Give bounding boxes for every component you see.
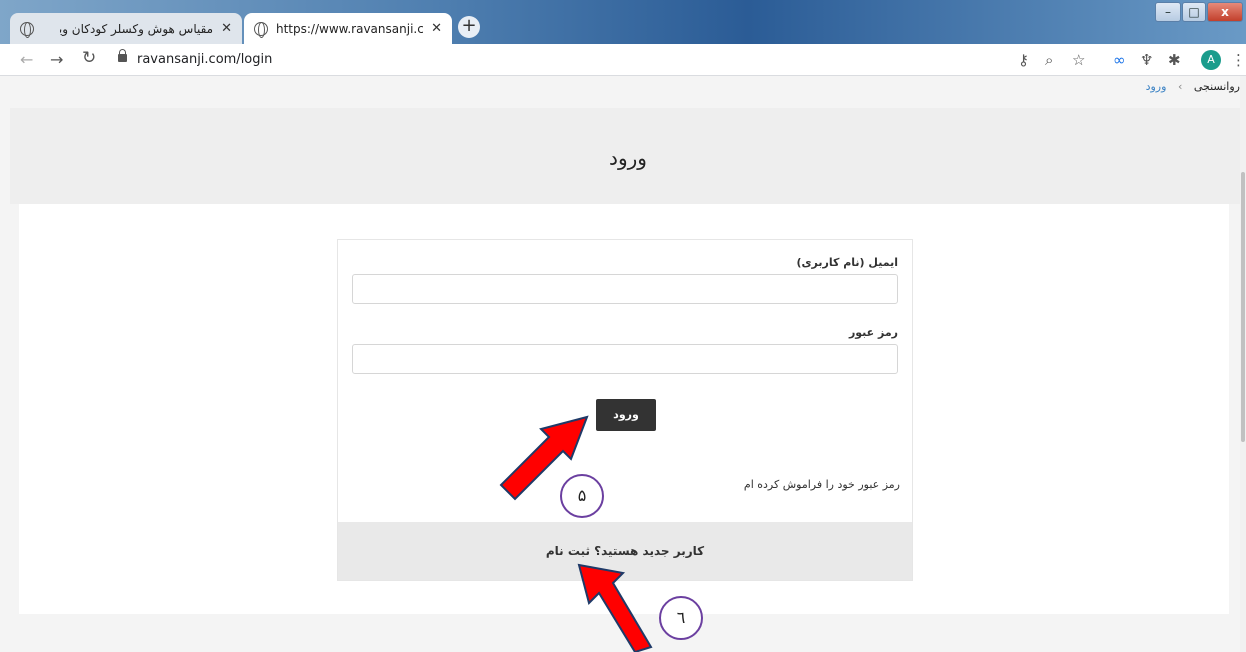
close-tab-icon[interactable]: ✕ (221, 21, 232, 36)
key-icon[interactable]: ⚷ (1018, 51, 1029, 69)
browser-title-bar: مقیاس هوش وکسلر کودکان ویرایش پنجم ✕ htt… (0, 0, 1246, 44)
minimize-button[interactable]: – (1155, 2, 1181, 22)
tab-label: https://www.ravansanji.com/login (276, 21, 424, 36)
breadcrumb-current[interactable]: ورود (1146, 80, 1167, 93)
annotation-arrow-6 (577, 563, 653, 652)
menu-icon[interactable]: ⋮ (1231, 51, 1246, 69)
login-form: ایمیل (نام کاربری) رمز عبور ورود رمز عبو… (337, 239, 913, 581)
tab-label: مقیاس هوش وکسلر کودکان ویرایش پنجم (60, 21, 214, 36)
forward-icon[interactable]: → (50, 50, 63, 69)
lock-icon (118, 49, 127, 62)
back-icon[interactable]: ← (20, 50, 33, 69)
page-header: ورود (10, 108, 1246, 204)
maximize-button[interactable]: □ (1182, 2, 1206, 22)
browser-toolbar: ← → ↻ ravansanji.com/login ⚷ ⌕ ☆ ∞ ♆ ✱ ⋮ (0, 44, 1246, 76)
tab-login[interactable]: https://www.ravansanji.com/login ✕ (244, 13, 452, 44)
globe-icon (254, 21, 268, 38)
login-button[interactable]: ورود (596, 399, 656, 431)
puzzle-icon[interactable]: ✱ (1168, 51, 1181, 69)
tab-wechsler[interactable]: مقیاس هوش وکسلر کودکان ویرایش پنجم ✕ (10, 13, 242, 44)
new-tab-button[interactable]: + (458, 16, 480, 38)
breadcrumb: روانسنجی › ورود (1146, 80, 1240, 93)
annotation-number-5: ۵ (560, 474, 604, 518)
forgot-password-link[interactable]: رمز عبور خود را فراموش کرده ام (744, 478, 900, 491)
email-field[interactable] (352, 274, 898, 304)
globe-icon (20, 21, 34, 38)
extension-icon[interactable]: ♆ (1140, 51, 1153, 69)
avatar[interactable]: A (1201, 50, 1221, 70)
scrollbar-thumb[interactable] (1241, 172, 1245, 442)
breadcrumb-home[interactable]: روانسنجی (1194, 80, 1240, 93)
email-label: ایمیل (نام کاربری) (796, 256, 898, 269)
close-window-button[interactable]: x (1207, 2, 1243, 22)
extension-infinity-icon[interactable]: ∞ (1113, 51, 1126, 69)
star-icon[interactable]: ☆ (1072, 51, 1085, 69)
page-title: ورود (609, 146, 647, 170)
password-field[interactable] (352, 344, 898, 374)
reload-icon[interactable]: ↻ (82, 48, 96, 68)
close-tab-icon[interactable]: ✕ (431, 21, 442, 36)
annotation-number-6: ٦ (659, 596, 703, 640)
zoom-icon[interactable]: ⌕ (1045, 51, 1053, 69)
arrow-up-left-icon (577, 563, 653, 652)
url-text: ravansanji.com/login (137, 52, 273, 67)
password-label: رمز عبور (848, 326, 898, 339)
breadcrumb-separator: › (1177, 80, 1183, 93)
